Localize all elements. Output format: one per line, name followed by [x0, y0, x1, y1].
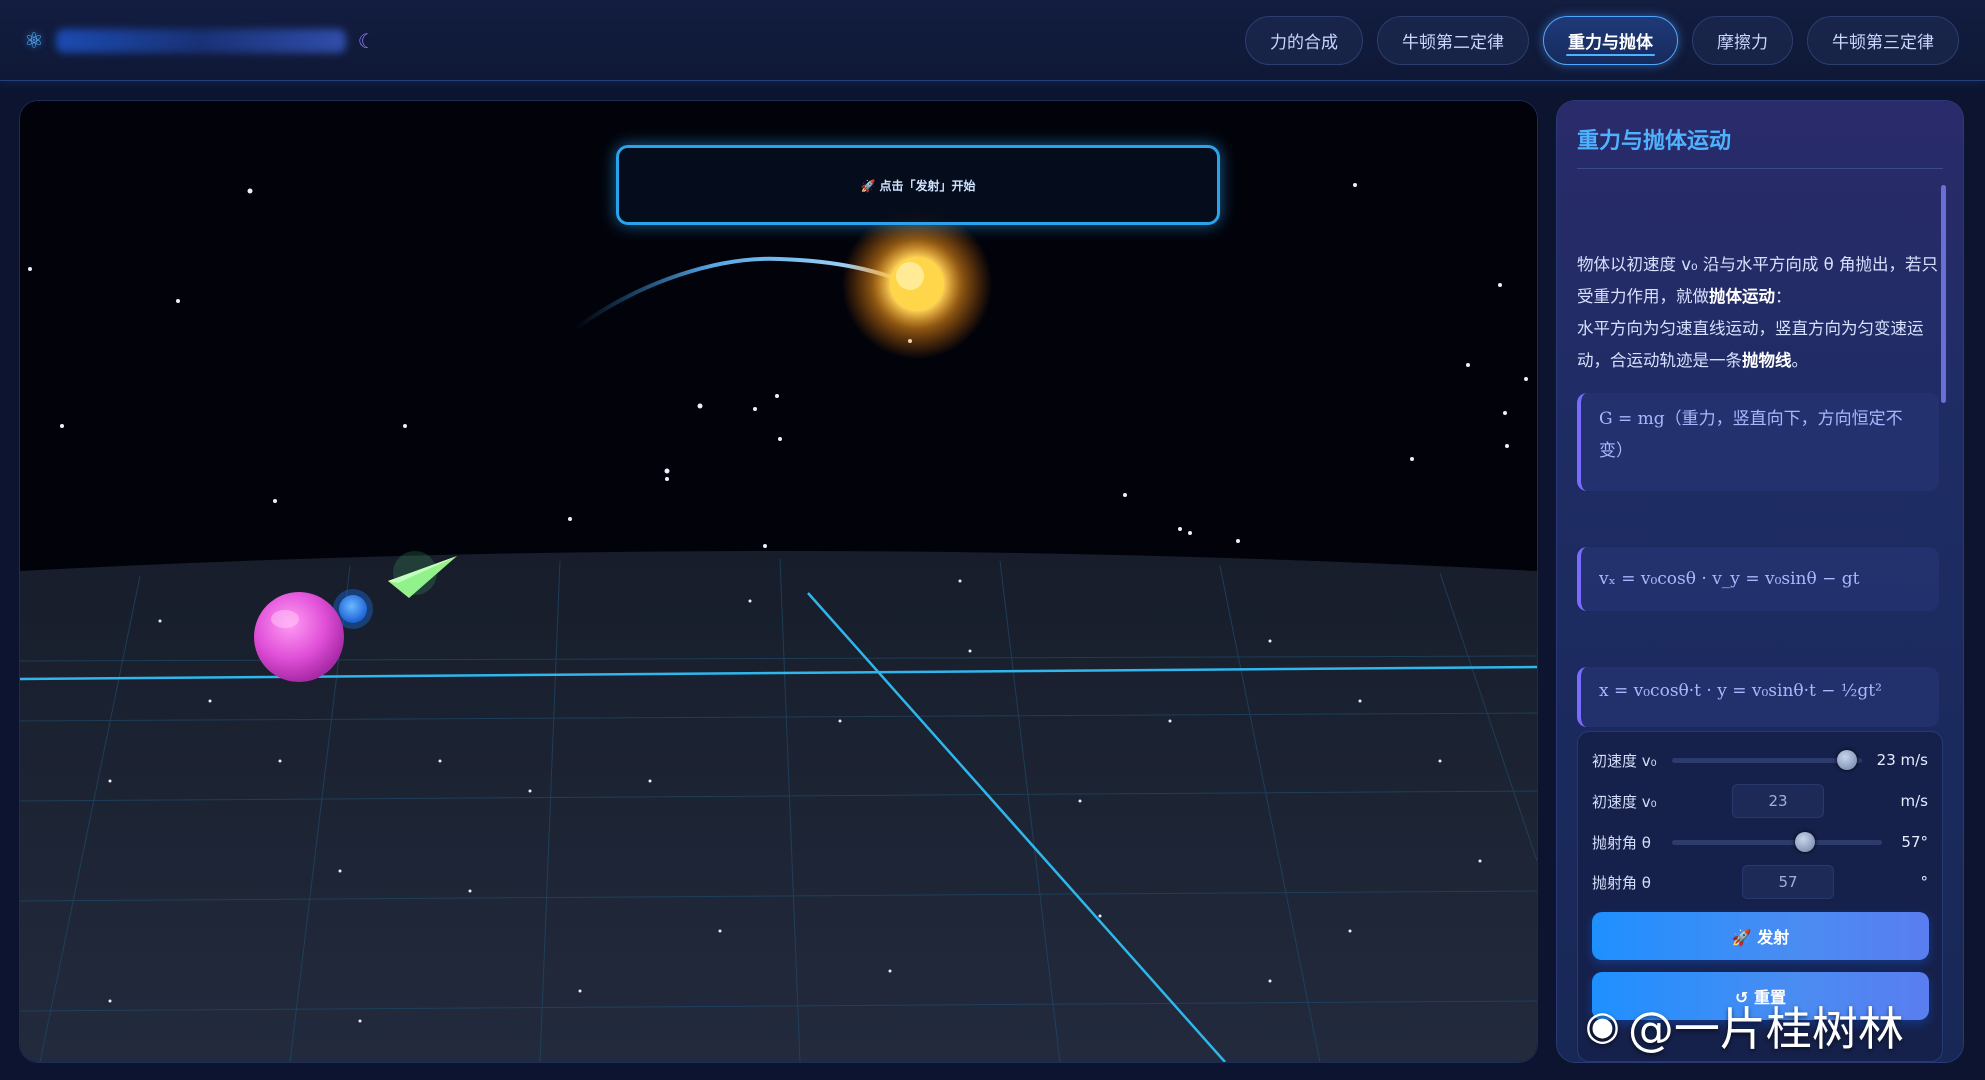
- desc-bold-1: 抛体运动: [1709, 287, 1775, 306]
- speed-slider-label: 初速度 v₀: [1592, 751, 1657, 770]
- description: 物体以初速度 v₀ 沿与水平方向成 θ 角抛出，若只受重力作用，就做抛体运动： …: [1577, 249, 1949, 377]
- speed-slider-knob[interactable]: [1836, 750, 1857, 770]
- tab-friction[interactable]: 摩擦力: [1692, 16, 1793, 65]
- speed-input[interactable]: 23: [1732, 784, 1824, 818]
- desc-bold-2: 抛物线: [1742, 351, 1792, 370]
- formula-velocity: vₓ = v₀cosθ · v_y = v₀sinθ − gt: [1577, 547, 1939, 611]
- angle-slider-row: 抛射角 θ 57°: [1592, 827, 1928, 857]
- desc-text-2: ：: [1775, 287, 1792, 306]
- speed-slider-track[interactable]: [1672, 750, 1862, 770]
- angle-input-label: 抛射角 θ: [1592, 873, 1651, 892]
- moon-icon: ☾: [357, 29, 376, 53]
- speed-value: 23 m/s: [1876, 751, 1928, 769]
- watermark: ◉ @一片桂树林: [1585, 996, 1904, 1056]
- topic-tabs: 力的合成 牛顿第二定律 重力与抛体 摩擦力 牛顿第三定律: [1245, 16, 1959, 65]
- desc-text-end: 。: [1791, 351, 1809, 370]
- app-logo: ⚛ ☾: [24, 24, 384, 58]
- atom-icon: ⚛: [24, 28, 44, 54]
- speed-unit: m/s: [1900, 792, 1928, 810]
- weibo-icon: ◉: [1585, 1003, 1620, 1049]
- mass-ball: [254, 592, 344, 682]
- angle-input-row: 抛射角 θ 57 °: [1592, 865, 1929, 899]
- speed-input-row: 初速度 v₀ 23 m/s: [1592, 784, 1928, 818]
- formula-gravity: G = mg（重力，竖直向下，方向恒定不变）: [1577, 393, 1939, 491]
- watermark-text: @一片桂树林: [1627, 1002, 1904, 1056]
- angle-slider-knob[interactable]: [1795, 832, 1815, 852]
- tab-newton-second-law[interactable]: 牛顿第二定律: [1377, 16, 1529, 65]
- angle-unit: °: [1920, 873, 1929, 891]
- status-banner: 🚀 点击「发射」开始: [616, 145, 1220, 225]
- app-title-blurred: [55, 29, 346, 53]
- speed-input-label: 初速度 v₀: [1592, 792, 1657, 811]
- tab-gravity-projectile[interactable]: 重力与抛体: [1543, 16, 1678, 65]
- speed-slider-row: 初速度 v₀ 23 m/s: [1592, 745, 1928, 775]
- tab-force-composition[interactable]: 力的合成: [1245, 16, 1363, 65]
- tab-newton-third-law[interactable]: 牛顿第三定律: [1807, 16, 1959, 65]
- title-divider: [1577, 168, 1943, 169]
- panel-title: 重力与抛体运动: [1577, 129, 1732, 154]
- velocity-ball: [339, 595, 367, 623]
- launch-button[interactable]: 🚀 发射: [1592, 912, 1929, 960]
- panel-scrollbar[interactable]: [1941, 185, 1946, 403]
- angle-slider-label: 抛射角 θ: [1592, 833, 1651, 852]
- info-panel: 重力与抛体运动 物体以初速度 v₀ 沿与水平方向成 θ 角抛出，若只受重力作用，…: [1557, 101, 1963, 1062]
- angle-slider-track[interactable]: [1672, 832, 1882, 852]
- scene-graphics: [20, 101, 1537, 1062]
- simulation-canvas[interactable]: 🚀 点击「发射」开始: [20, 101, 1537, 1062]
- angle-input[interactable]: 57: [1742, 865, 1834, 899]
- top-bar: ⚛ ☾ 力的合成 牛顿第二定律 重力与抛体 摩擦力 牛顿第三定律: [0, 0, 1985, 81]
- formula-position: x = v₀cosθ·t · y = v₀sinθ·t − ½gt²: [1577, 667, 1939, 727]
- angle-value: 57°: [1901, 833, 1928, 851]
